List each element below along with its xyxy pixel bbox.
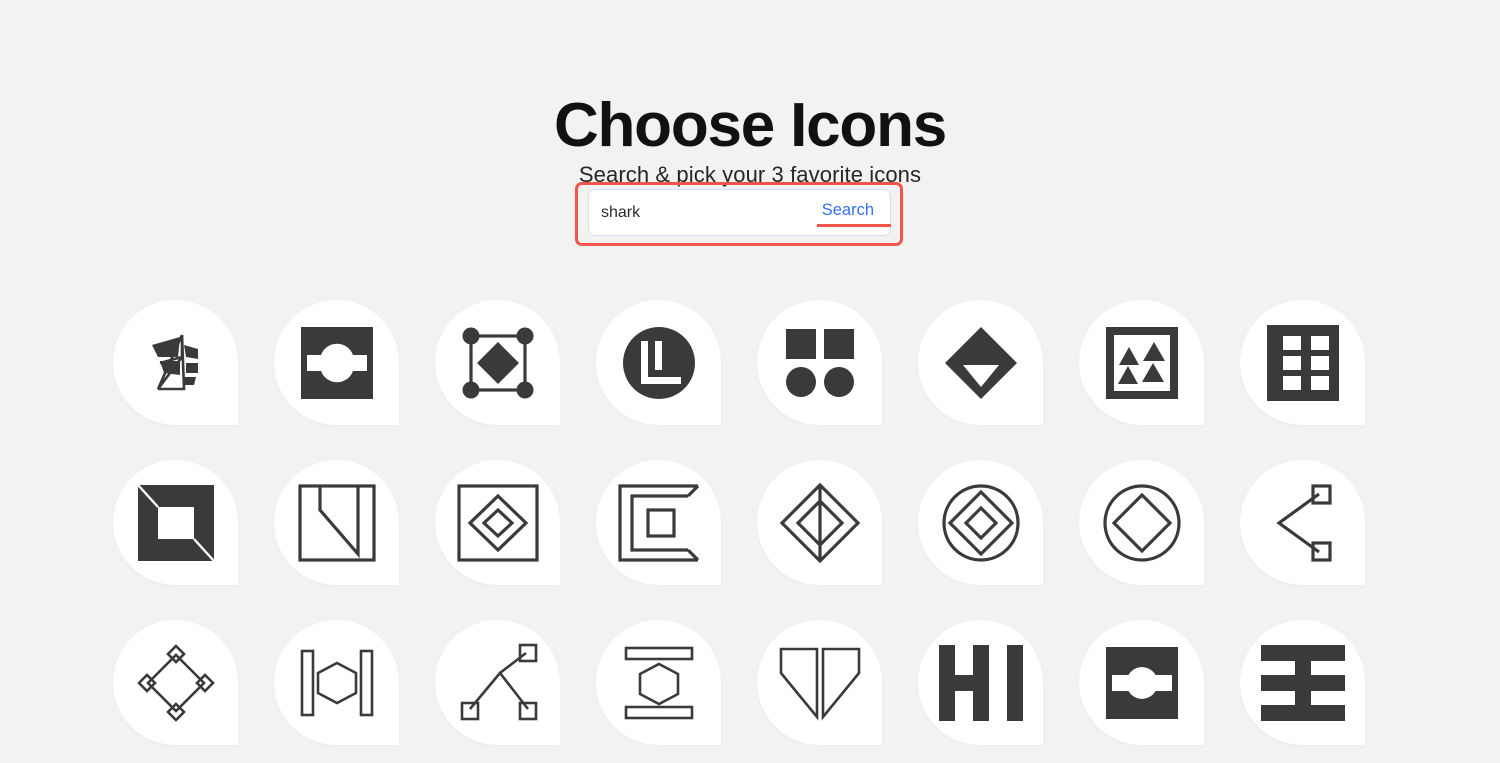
icon-tile-angle-node-connector[interactable] [1240, 460, 1365, 585]
folded-flag-arrow-icon [136, 323, 216, 403]
diamond-with-corner-nodes-icon [459, 324, 537, 402]
icon-tile-circle-nested-diamonds[interactable] [918, 460, 1043, 585]
icon-tile-square-circle-bar-cutout[interactable] [274, 300, 399, 425]
circle-corner-bracket-icon [621, 325, 697, 401]
icon-tile-circle-diamond[interactable] [1079, 460, 1204, 585]
search-bar[interactable]: Search [588, 189, 891, 236]
icon-tile-hexagon-between-bars[interactable] [274, 620, 399, 745]
icon-tile-diamond-node-outline[interactable] [113, 620, 238, 745]
icon-tile-diamond-with-corner-nodes[interactable] [435, 300, 560, 425]
hexagon-between-bars-icon [298, 645, 376, 721]
angle-node-connector-icon [1271, 482, 1335, 564]
bold-h-bars-icon [938, 644, 1023, 721]
branch-tree-nodes-icon [456, 643, 540, 723]
square-nested-diamonds-icon [456, 483, 539, 562]
search-button-underline [817, 224, 891, 227]
split-nested-diamond-icon [779, 482, 861, 564]
search-input[interactable] [601, 190, 814, 235]
twin-banners-icon [777, 645, 863, 721]
framed-triangles-icon [1104, 325, 1180, 401]
icon-tile-circle-corner-bracket[interactable] [596, 300, 721, 425]
square-circle-bar-cutout-icon [299, 325, 375, 401]
icon-picker-page: Choose Icons Search & pick your 3 favori… [0, 0, 1500, 763]
icon-tile-square-diagonal-fold[interactable] [274, 460, 399, 585]
square-diagonal-fold-icon [297, 483, 376, 562]
icon-tile-beveled-square-cutout[interactable] [113, 460, 238, 585]
icon-tile-bold-h-bars[interactable] [918, 620, 1043, 745]
ladder-grid-icon [1266, 324, 1339, 401]
page-title: Choose Icons [553, 90, 947, 160]
search-button[interactable]: Search [814, 201, 876, 220]
diamond-node-outline-icon [134, 641, 218, 725]
diamond-notched-icon [943, 325, 1019, 401]
icon-tile-branch-tree-nodes[interactable] [435, 620, 560, 745]
circle-nested-diamonds-icon [941, 483, 1021, 563]
hexagon-stacked-bars-icon [620, 644, 698, 722]
icon-tile-two-squares-two-circles[interactable] [757, 300, 882, 425]
icon-tile-diamond-notched[interactable] [918, 300, 1043, 425]
icon-tile-split-nested-diamond[interactable] [757, 460, 882, 585]
icon-tile-twin-banners[interactable] [757, 620, 882, 745]
icon-grid [113, 300, 1429, 745]
bracket-with-square-icon [617, 483, 700, 562]
two-squares-two-circles-icon [782, 325, 858, 401]
beveled-square-cutout-icon [136, 483, 216, 563]
icon-tile-bars-with-stem[interactable] [1240, 620, 1365, 745]
icon-tile-bracket-with-square[interactable] [596, 460, 721, 585]
icon-tile-hexagon-stacked-bars[interactable] [596, 620, 721, 745]
page-subtitle: Search & pick your 3 favorite icons [578, 162, 922, 187]
icon-tile-framed-triangles[interactable] [1079, 300, 1204, 425]
circle-diamond-icon [1102, 483, 1182, 563]
bars-with-stem-icon [1260, 644, 1345, 721]
square-circle-bar-cutout-2-icon [1104, 645, 1180, 721]
icon-tile-ladder-grid[interactable] [1240, 300, 1365, 425]
icon-tile-square-circle-bar-cutout-2[interactable] [1079, 620, 1204, 745]
icon-tile-square-nested-diamonds[interactable] [435, 460, 560, 585]
icon-tile-folded-flag-arrow[interactable] [113, 300, 238, 425]
